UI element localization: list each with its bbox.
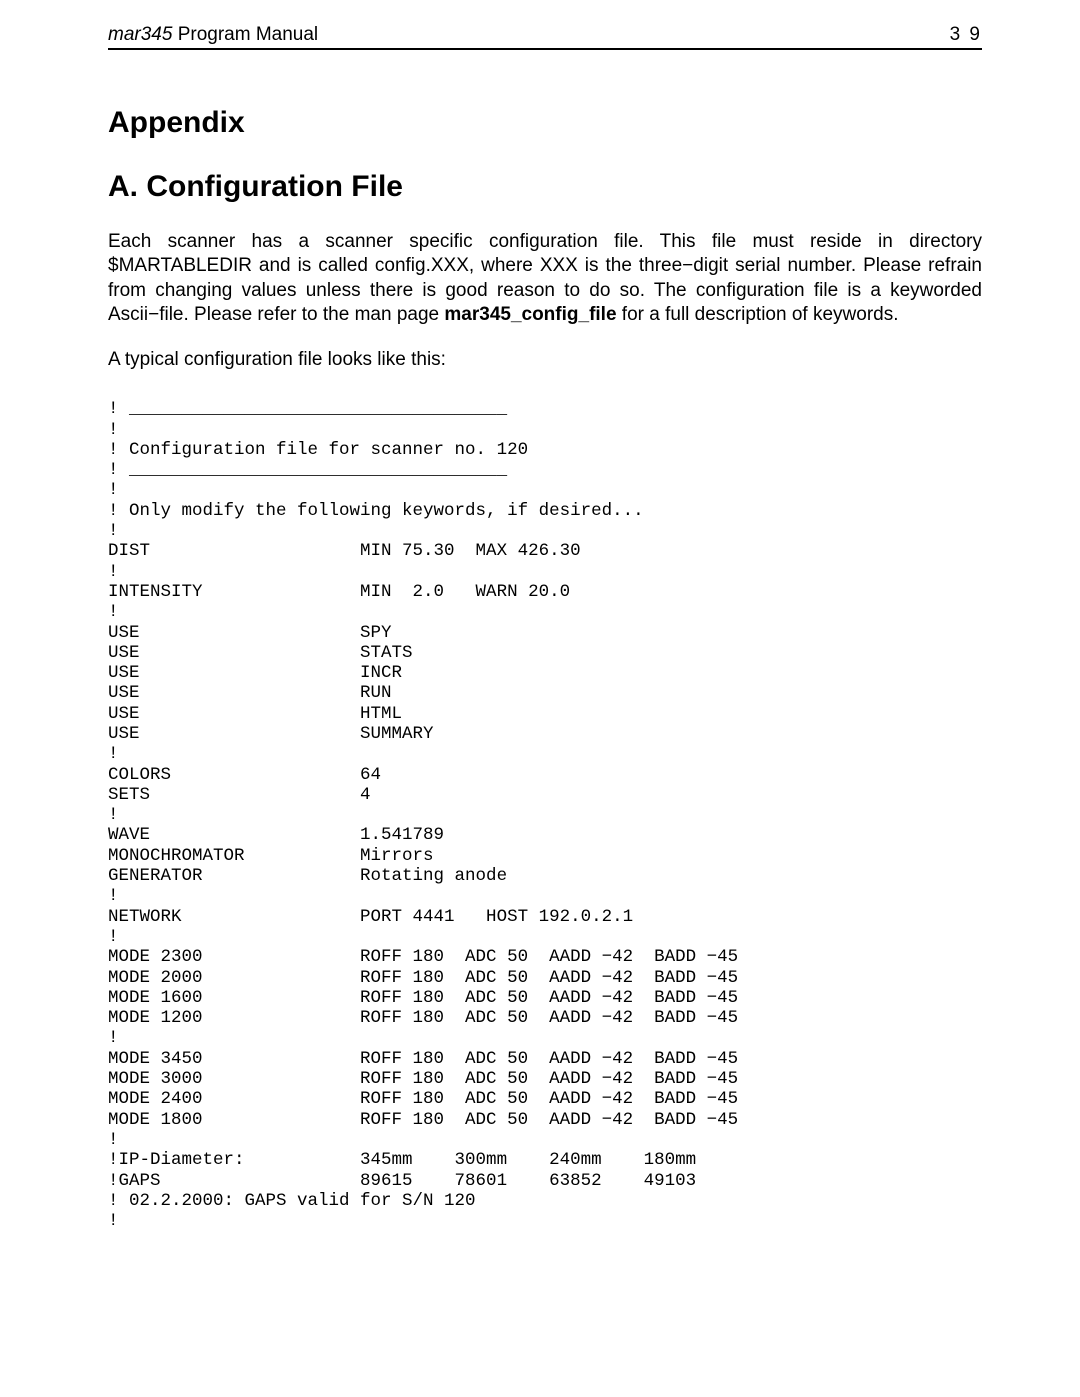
page-header: mar345 Program Manual 3 9 <box>108 24 982 46</box>
header-title: mar345 Program Manual <box>108 24 318 46</box>
header-title-rest: Program Manual <box>172 24 318 45</box>
section-heading: A. Configuration File <box>108 170 982 204</box>
paragraph-2: A typical configuration file looks like … <box>108 349 982 371</box>
header-divider <box>108 48 982 50</box>
page-number: 3 9 <box>950 24 982 46</box>
paragraph-1-b: for a full description of keywords. <box>617 304 899 325</box>
paragraph-1: Each scanner has a scanner specific conf… <box>108 230 982 327</box>
header-title-italic: mar345 <box>108 24 172 45</box>
config-file-listing: ! ____________________________________ !… <box>108 399 982 1231</box>
document-page: mar345 Program Manual 3 9 Appendix A. Co… <box>0 0 1080 1397</box>
appendix-heading: Appendix <box>108 106 982 140</box>
paragraph-1-bold: mar345_config_file <box>444 304 616 325</box>
